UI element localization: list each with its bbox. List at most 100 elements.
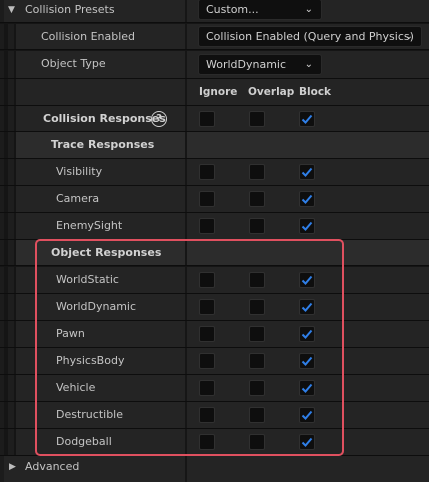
block-checkbox[interactable]: [299, 191, 315, 207]
expand-triangle-icon[interactable]: ▶: [9, 462, 16, 472]
row-gutter: [0, 240, 4, 265]
ignore-column-header: Ignore: [199, 86, 238, 98]
block-checkbox[interactable]: [299, 272, 315, 288]
ignore-checkbox[interactable]: [199, 218, 215, 234]
row-gutter: [0, 106, 4, 131]
help-icon[interactable]: ?: [151, 111, 167, 127]
ignore-checkbox[interactable]: [199, 380, 215, 396]
row-gutter: [8, 267, 14, 293]
ignore-checkbox[interactable]: [199, 326, 215, 342]
row-gutter: [8, 159, 14, 185]
block-checkbox[interactable]: [299, 218, 315, 234]
checkmark-icon: [301, 194, 313, 204]
overlap-checkbox[interactable]: [249, 164, 265, 180]
response-row: Vehicle: [0, 375, 429, 402]
response-row: Destructible: [0, 402, 429, 429]
ignore-checkbox[interactable]: [199, 407, 215, 423]
overlap-checkbox[interactable]: [249, 191, 265, 207]
response-label: Destructible: [56, 408, 123, 421]
row-gutter: [8, 240, 14, 265]
row-gutter: [0, 79, 4, 105]
column-divider: [185, 240, 187, 265]
value-cell: [187, 456, 429, 482]
checkmark-icon: [301, 383, 313, 393]
row-gutter: [8, 79, 14, 105]
row-gutter: [0, 132, 4, 158]
responses-ignore-checkbox[interactable]: [199, 111, 215, 127]
dropdown-value: WorldDynamic: [206, 58, 287, 71]
row-gutter: [8, 51, 14, 78]
ignore-checkbox[interactable]: [199, 434, 215, 450]
row-gutter: [8, 213, 14, 239]
ignore-checkbox[interactable]: [199, 164, 215, 180]
row-gutter: [8, 132, 14, 158]
advanced-row[interactable]: ▶ Advanced: [0, 456, 429, 482]
row-gutter: [0, 24, 4, 49]
row-gutter: [0, 186, 4, 212]
overlap-checkbox[interactable]: [249, 434, 265, 450]
responses-overlap-checkbox[interactable]: [249, 111, 265, 127]
row-gutter: [8, 294, 14, 320]
response-label: Camera: [56, 192, 100, 205]
name-cell: [16, 321, 185, 347]
overlap-checkbox[interactable]: [249, 272, 265, 288]
responses-block-checkbox[interactable]: [299, 111, 315, 127]
response-label: Vehicle: [56, 381, 96, 394]
row-gutter: [8, 375, 14, 401]
trace-responses-title: Trace Responses: [51, 138, 155, 151]
row-gutter: [0, 429, 4, 455]
checkmark-icon: [301, 221, 313, 231]
object-responses-header-row: Object Responses: [0, 240, 429, 266]
ignore-checkbox[interactable]: [199, 353, 215, 369]
response-label: Pawn: [56, 327, 85, 340]
overlap-column-header: Overlap: [248, 86, 295, 98]
row-gutter: [0, 348, 4, 374]
collision-presets-row: ▼ Collision Presets Custom... ⌄: [0, 0, 429, 23]
response-label: WorldDynamic: [56, 300, 137, 313]
overlap-checkbox[interactable]: [249, 380, 265, 396]
ignore-checkbox[interactable]: [199, 191, 215, 207]
row-gutter: [0, 213, 4, 239]
name-cell: [16, 79, 185, 105]
row-gutter: [8, 106, 14, 131]
row-gutter: [0, 402, 4, 428]
block-checkbox[interactable]: [299, 326, 315, 342]
object-type-row: Object Type WorldDynamic ⌄: [0, 51, 429, 79]
object-type-dropdown[interactable]: WorldDynamic ⌄: [198, 54, 322, 75]
collision-enabled-row: Collision Enabled Collision Enabled (Que…: [0, 24, 429, 50]
row-gutter: [8, 186, 14, 212]
collapse-triangle-icon[interactable]: ▼: [8, 5, 15, 15]
row-gutter: [8, 429, 14, 455]
response-row: Visibility: [0, 159, 429, 186]
overlap-checkbox[interactable]: [249, 326, 265, 342]
overlap-checkbox[interactable]: [249, 299, 265, 315]
trace-responses-header-row: Trace Responses: [0, 132, 429, 159]
ignore-checkbox[interactable]: [199, 272, 215, 288]
advanced-label: Advanced: [25, 460, 80, 473]
checkmark-icon: [301, 167, 313, 177]
block-checkbox[interactable]: [299, 434, 315, 450]
collision-enabled-dropdown[interactable]: Collision Enabled (Query and Physics) ⌄: [198, 26, 422, 47]
overlap-checkbox[interactable]: [249, 353, 265, 369]
collision-presets-dropdown[interactable]: Custom... ⌄: [198, 0, 322, 20]
overlap-checkbox[interactable]: [249, 218, 265, 234]
column-divider: [185, 132, 187, 158]
checkmark-icon: [301, 437, 313, 447]
response-label: EnemySight: [56, 219, 123, 232]
row-gutter: [0, 159, 4, 185]
block-checkbox[interactable]: [299, 407, 315, 423]
collision-responses-row: Collision Responses ?: [0, 106, 429, 132]
block-checkbox[interactable]: [299, 380, 315, 396]
block-checkbox[interactable]: [299, 299, 315, 315]
response-label: PhysicsBody: [56, 354, 125, 367]
response-label: WorldStatic: [56, 273, 119, 286]
ignore-checkbox[interactable]: [199, 299, 215, 315]
chevron-down-icon: ⌄: [304, 4, 313, 15]
object-responses-title: Object Responses: [51, 246, 162, 259]
name-cell: [16, 186, 185, 212]
row-gutter: [0, 321, 4, 347]
block-checkbox[interactable]: [299, 353, 315, 369]
row-gutter: [8, 402, 14, 428]
overlap-checkbox[interactable]: [249, 407, 265, 423]
block-checkbox[interactable]: [299, 164, 315, 180]
